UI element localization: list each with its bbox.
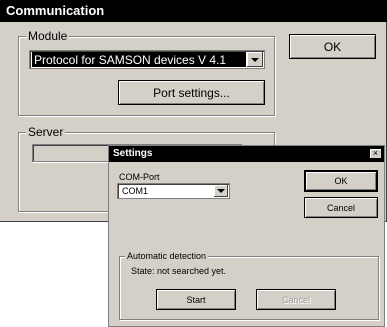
- com-port-label: COM-Port: [119, 172, 160, 182]
- module-group-label: Module: [26, 29, 70, 43]
- server-group-label: Server: [26, 125, 66, 139]
- detection-cancel-button: Cancel: [256, 289, 336, 310]
- detection-state-text: State: not searched yet.: [131, 266, 227, 276]
- settings-cancel-button[interactable]: Cancel: [304, 197, 378, 218]
- module-select-value: Protocol for SAMSON devices V 4.1: [32, 52, 246, 67]
- communication-title: Communication: [0, 0, 387, 22]
- auto-detection-label: Automatic detection: [125, 250, 209, 262]
- port-settings-button[interactable]: Port settings...: [118, 80, 265, 105]
- ok-button[interactable]: OK: [289, 34, 376, 59]
- start-button[interactable]: Start: [156, 289, 236, 310]
- com-port-select-value: COM1: [122, 186, 149, 196]
- settings-ok-button[interactable]: OK: [304, 170, 378, 192]
- com-port-select[interactable]: COM1: [117, 183, 230, 199]
- settings-title: Settings: [109, 146, 384, 162]
- close-icon[interactable]: ×: [369, 148, 382, 159]
- dropdown-arrow-icon[interactable]: [246, 52, 263, 67]
- settings-dialog: Settings × COM-Port COM1 OK Cancel Autom…: [108, 145, 385, 327]
- module-select[interactable]: Protocol for SAMSON devices V 4.1: [29, 50, 265, 69]
- dropdown-arrow-icon[interactable]: [213, 185, 228, 197]
